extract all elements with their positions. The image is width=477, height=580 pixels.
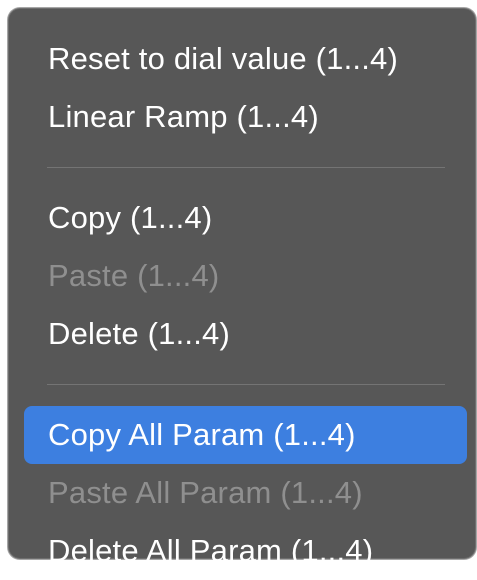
context-menu: Reset to dial value (1...4) Linear Ramp …: [8, 8, 476, 568]
menu-item-delete-all-param[interactable]: Delete All Param (1...4): [24, 522, 467, 580]
menu-item-reset-to-dial-value[interactable]: Reset to dial value (1...4): [24, 30, 467, 88]
menu-separator: [47, 384, 445, 385]
menu-item-paste: Paste (1...4): [48, 258, 220, 293]
menu-item-linear-ramp[interactable]: Linear Ramp (1...4): [24, 88, 467, 146]
menu-item-paste-all-param: Paste All Param (1...4): [48, 475, 363, 510]
menu-separator: [47, 167, 445, 168]
menu-item-copy[interactable]: Copy (1...4): [24, 189, 467, 247]
menu-item-copy-all-param[interactable]: Copy All Param (1...4): [24, 406, 467, 464]
menu-item-delete[interactable]: Delete (1...4): [24, 305, 467, 363]
